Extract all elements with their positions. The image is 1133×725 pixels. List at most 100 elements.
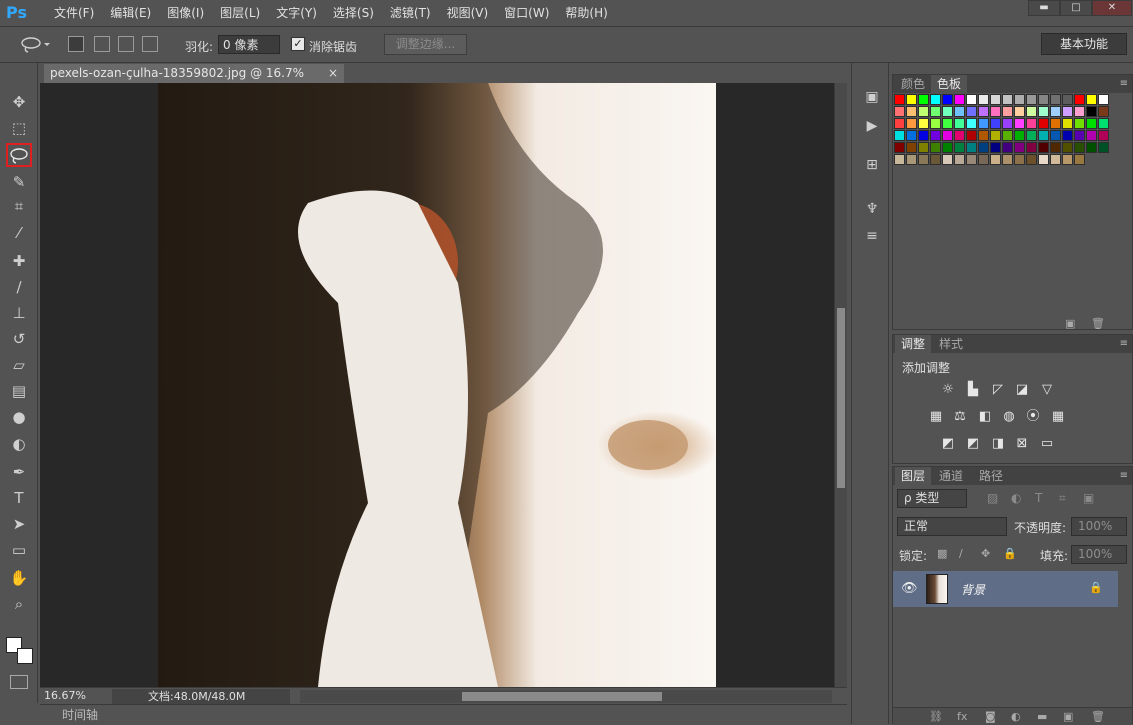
swatch-30[interactable] <box>1038 106 1049 117</box>
delete-swatch-icon[interactable]: 🗑 <box>1091 317 1105 330</box>
swatch-101[interactable] <box>1026 154 1037 165</box>
swatch-90[interactable] <box>894 154 905 165</box>
stamp-icon[interactable]: ⊥ <box>6 301 32 325</box>
swatch-4[interactable] <box>942 94 953 105</box>
close-tab-icon[interactable]: × <box>328 64 338 83</box>
swatch-57[interactable] <box>930 130 941 141</box>
swatch-55[interactable] <box>906 130 917 141</box>
swatch-81[interactable] <box>1002 142 1013 153</box>
swatch-49[interactable] <box>1050 118 1061 129</box>
swatch-91[interactable] <box>906 154 917 165</box>
swatch-84[interactable] <box>1038 142 1049 153</box>
menu-image[interactable]: 图像(I) <box>159 5 212 21</box>
new-swatch-icon[interactable]: ▣ <box>1065 317 1075 330</box>
swatch-64[interactable] <box>1014 130 1025 141</box>
swatch-70[interactable] <box>1086 130 1097 141</box>
layer-name[interactable]: 背景 <box>961 581 985 598</box>
layer-row-background[interactable]: 👁 背景 🔒 <box>893 571 1118 607</box>
swatch-96[interactable] <box>966 154 977 165</box>
swatch-72[interactable] <box>894 142 905 153</box>
swatch-22[interactable] <box>942 106 953 117</box>
filter-smart-icon[interactable]: ▣ <box>1083 491 1094 505</box>
link-layers-icon[interactable]: ⛓ <box>929 710 943 723</box>
brightness-icon[interactable]: ☼ <box>939 381 957 399</box>
quick-select-icon[interactable]: ✎ <box>6 170 32 194</box>
swatch-50[interactable] <box>1062 118 1073 129</box>
swatch-21[interactable] <box>930 106 941 117</box>
lock-transparent-icon[interactable]: ▩ <box>937 547 947 560</box>
hand-icon[interactable]: ✋ <box>6 566 32 590</box>
swatch-85[interactable] <box>1050 142 1061 153</box>
eyedropper-icon[interactable]: ⁄ <box>6 221 32 245</box>
swatch-54[interactable] <box>894 130 905 141</box>
swatch-34[interactable] <box>1086 106 1097 117</box>
swatch-26[interactable] <box>990 106 1001 117</box>
menu-window[interactable]: 窗口(W) <box>496 5 557 21</box>
swatch-31[interactable] <box>1050 106 1061 117</box>
close-button[interactable]: ✕ <box>1092 0 1132 16</box>
add-mask-icon[interactable]: ◙ <box>985 710 996 723</box>
swatch-12[interactable] <box>1038 94 1049 105</box>
lock-position-icon[interactable]: ✥ <box>981 547 990 560</box>
swatch-36[interactable] <box>894 118 905 129</box>
swatch-94[interactable] <box>942 154 953 165</box>
swatch-67[interactable] <box>1050 130 1061 141</box>
delete-layer-icon[interactable]: 🗑 <box>1091 710 1105 723</box>
filter-pixel-icon[interactable]: ▨ <box>987 491 998 505</box>
swatch-18[interactable] <box>894 106 905 117</box>
swatch-68[interactable] <box>1062 130 1073 141</box>
swatch-86[interactable] <box>1062 142 1073 153</box>
new-layer-icon[interactable]: ▣ <box>1063 710 1073 723</box>
lasso-preset-icon[interactable] <box>20 35 50 55</box>
quick-mask-icon[interactable] <box>10 675 28 689</box>
swatch-44[interactable] <box>990 118 1001 129</box>
feather-input[interactable]: 0 像素 <box>218 35 280 54</box>
swatch-19[interactable] <box>906 106 917 117</box>
swatch-100[interactable] <box>1014 154 1025 165</box>
refine-edge-button[interactable]: 调整边缘... <box>384 34 467 55</box>
swatch-103[interactable] <box>1050 154 1061 165</box>
menu-help[interactable]: 帮助(H) <box>557 5 615 21</box>
photo-filter-icon[interactable]: ◍ <box>1000 408 1018 426</box>
document-size[interactable]: 文档:48.0M/48.0M <box>112 689 290 704</box>
timeline-panel-tab[interactable]: 时间轴 <box>40 704 847 724</box>
swatch-52[interactable] <box>1086 118 1097 129</box>
swatch-6[interactable] <box>966 94 977 105</box>
swatch-56[interactable] <box>918 130 929 141</box>
posterize-icon[interactable]: ◩ <box>964 435 982 453</box>
swatch-43[interactable] <box>978 118 989 129</box>
channel-mixer-icon[interactable]: ⦿ <box>1024 408 1042 426</box>
swatch-0[interactable] <box>894 94 905 105</box>
properties-panel-icon[interactable]: ⊞ <box>862 155 882 175</box>
swatch-17[interactable] <box>1098 94 1109 105</box>
tab-color[interactable]: 颜色 <box>895 75 931 93</box>
panel-menu-icon[interactable]: ≡ <box>1120 338 1128 349</box>
swatch-46[interactable] <box>1014 118 1025 129</box>
swatch-41[interactable] <box>954 118 965 129</box>
swatch-11[interactable] <box>1026 94 1037 105</box>
threshold-icon[interactable]: ◨ <box>989 435 1007 453</box>
antialias-checkbox[interactable]: ✓ <box>291 37 305 51</box>
minimize-button[interactable]: ▬ <box>1028 0 1060 16</box>
horizontal-scrollbar[interactable] <box>300 690 832 703</box>
layer-filter-kind[interactable]: ρ 类型 <box>897 489 967 508</box>
vibrance-icon[interactable]: ▽ <box>1038 381 1056 399</box>
invert-icon[interactable]: ◩ <box>939 435 957 453</box>
swatch-99[interactable] <box>1002 154 1013 165</box>
actions-panel-icon[interactable]: ▶ <box>862 116 882 136</box>
swatch-95[interactable] <box>954 154 965 165</box>
visibility-eye-icon[interactable]: 👁 <box>901 581 918 596</box>
swatch-89[interactable] <box>1098 142 1109 153</box>
swatch-92[interactable] <box>918 154 929 165</box>
swatch-88[interactable] <box>1086 142 1097 153</box>
brush-icon[interactable]: ∕ <box>6 275 32 299</box>
swatch-2[interactable] <box>918 94 929 105</box>
swatch-83[interactable] <box>1026 142 1037 153</box>
panel-menu-icon[interactable]: ≡ <box>1120 470 1128 481</box>
swatch-45[interactable] <box>1002 118 1013 129</box>
swatch-24[interactable] <box>966 106 977 117</box>
swatch-65[interactable] <box>1026 130 1037 141</box>
swatch-51[interactable] <box>1074 118 1085 129</box>
swatch-76[interactable] <box>942 142 953 153</box>
swatch-8[interactable] <box>990 94 1001 105</box>
